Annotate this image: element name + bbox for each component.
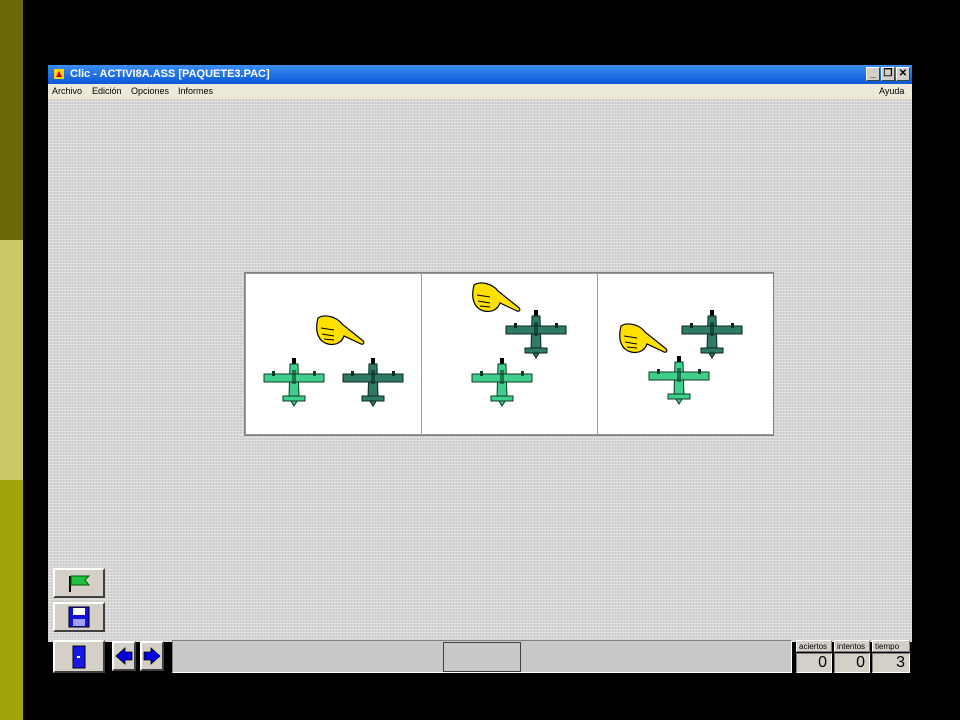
floppy-disk-icon xyxy=(68,606,90,628)
activity-grid xyxy=(244,272,774,436)
counter-value: 0 xyxy=(834,653,870,673)
green-flag-icon xyxy=(69,575,91,592)
pointing-hand-icon xyxy=(619,323,668,354)
airplane-icon xyxy=(471,357,533,407)
pointing-hand-icon xyxy=(316,315,365,346)
side-bar-light xyxy=(0,240,23,480)
menu-archivo[interactable]: Archivo xyxy=(52,86,82,96)
start-button[interactable] xyxy=(53,568,105,598)
app-window: Clic - ACTIVI8A.ASS [PAQUETE3.PAC] _ ❐ ✕… xyxy=(48,65,912,673)
counter-intentos: intentos 0 xyxy=(834,640,870,673)
activity-area: aciertos 0 intentos 0 tiempo 3 xyxy=(48,99,912,673)
menu-ayuda[interactable]: Ayuda xyxy=(879,86,904,96)
airplane-icon xyxy=(505,309,567,359)
airplane-icon xyxy=(342,357,404,407)
airplane-icon xyxy=(648,355,710,405)
menu-edicion[interactable]: Edición xyxy=(92,86,122,96)
counter-value: 0 xyxy=(796,653,832,673)
titlebar[interactable]: Clic - ACTIVI8A.ASS [PAQUETE3.PAC] _ ❐ ✕ xyxy=(48,65,912,84)
counter-value: 3 xyxy=(872,653,910,673)
previous-button[interactable] xyxy=(112,641,136,671)
window-title: Clic - ACTIVI8A.ASS [PAQUETE3.PAC] xyxy=(70,68,270,80)
counter-tiempo: tiempo 3 xyxy=(872,640,910,673)
save-button[interactable] xyxy=(53,602,105,632)
next-button[interactable] xyxy=(140,641,164,671)
status-panel xyxy=(443,642,521,672)
right-arrow-icon xyxy=(143,647,161,665)
activity-cell-2[interactable] xyxy=(422,274,597,434)
side-bar-olive xyxy=(0,480,23,720)
exit-button[interactable] xyxy=(53,640,105,673)
door-icon xyxy=(72,645,86,669)
counter-aciertos: aciertos 0 xyxy=(796,640,832,673)
menu-informes[interactable]: Informes xyxy=(178,86,213,96)
close-button[interactable]: ✕ xyxy=(896,67,910,81)
airplane-icon xyxy=(263,357,325,407)
menubar: Archivo Edición Opciones Informes Ayuda xyxy=(48,84,912,99)
counter-label: intentos xyxy=(834,640,870,652)
minimize-button[interactable]: _ xyxy=(866,67,880,81)
side-bar-dark xyxy=(0,0,23,240)
pointing-hand-icon xyxy=(472,282,521,313)
activity-cell-3[interactable] xyxy=(598,274,773,434)
restore-button[interactable]: ❐ xyxy=(881,67,895,81)
left-arrow-icon xyxy=(115,647,133,665)
counter-label: aciertos xyxy=(796,640,832,652)
app-icon xyxy=(53,68,65,80)
airplane-icon xyxy=(681,309,743,359)
status-bar xyxy=(172,640,792,673)
activity-cell-1[interactable] xyxy=(246,274,421,434)
menu-opciones[interactable]: Opciones xyxy=(131,86,169,96)
counter-label: tiempo xyxy=(872,640,910,652)
